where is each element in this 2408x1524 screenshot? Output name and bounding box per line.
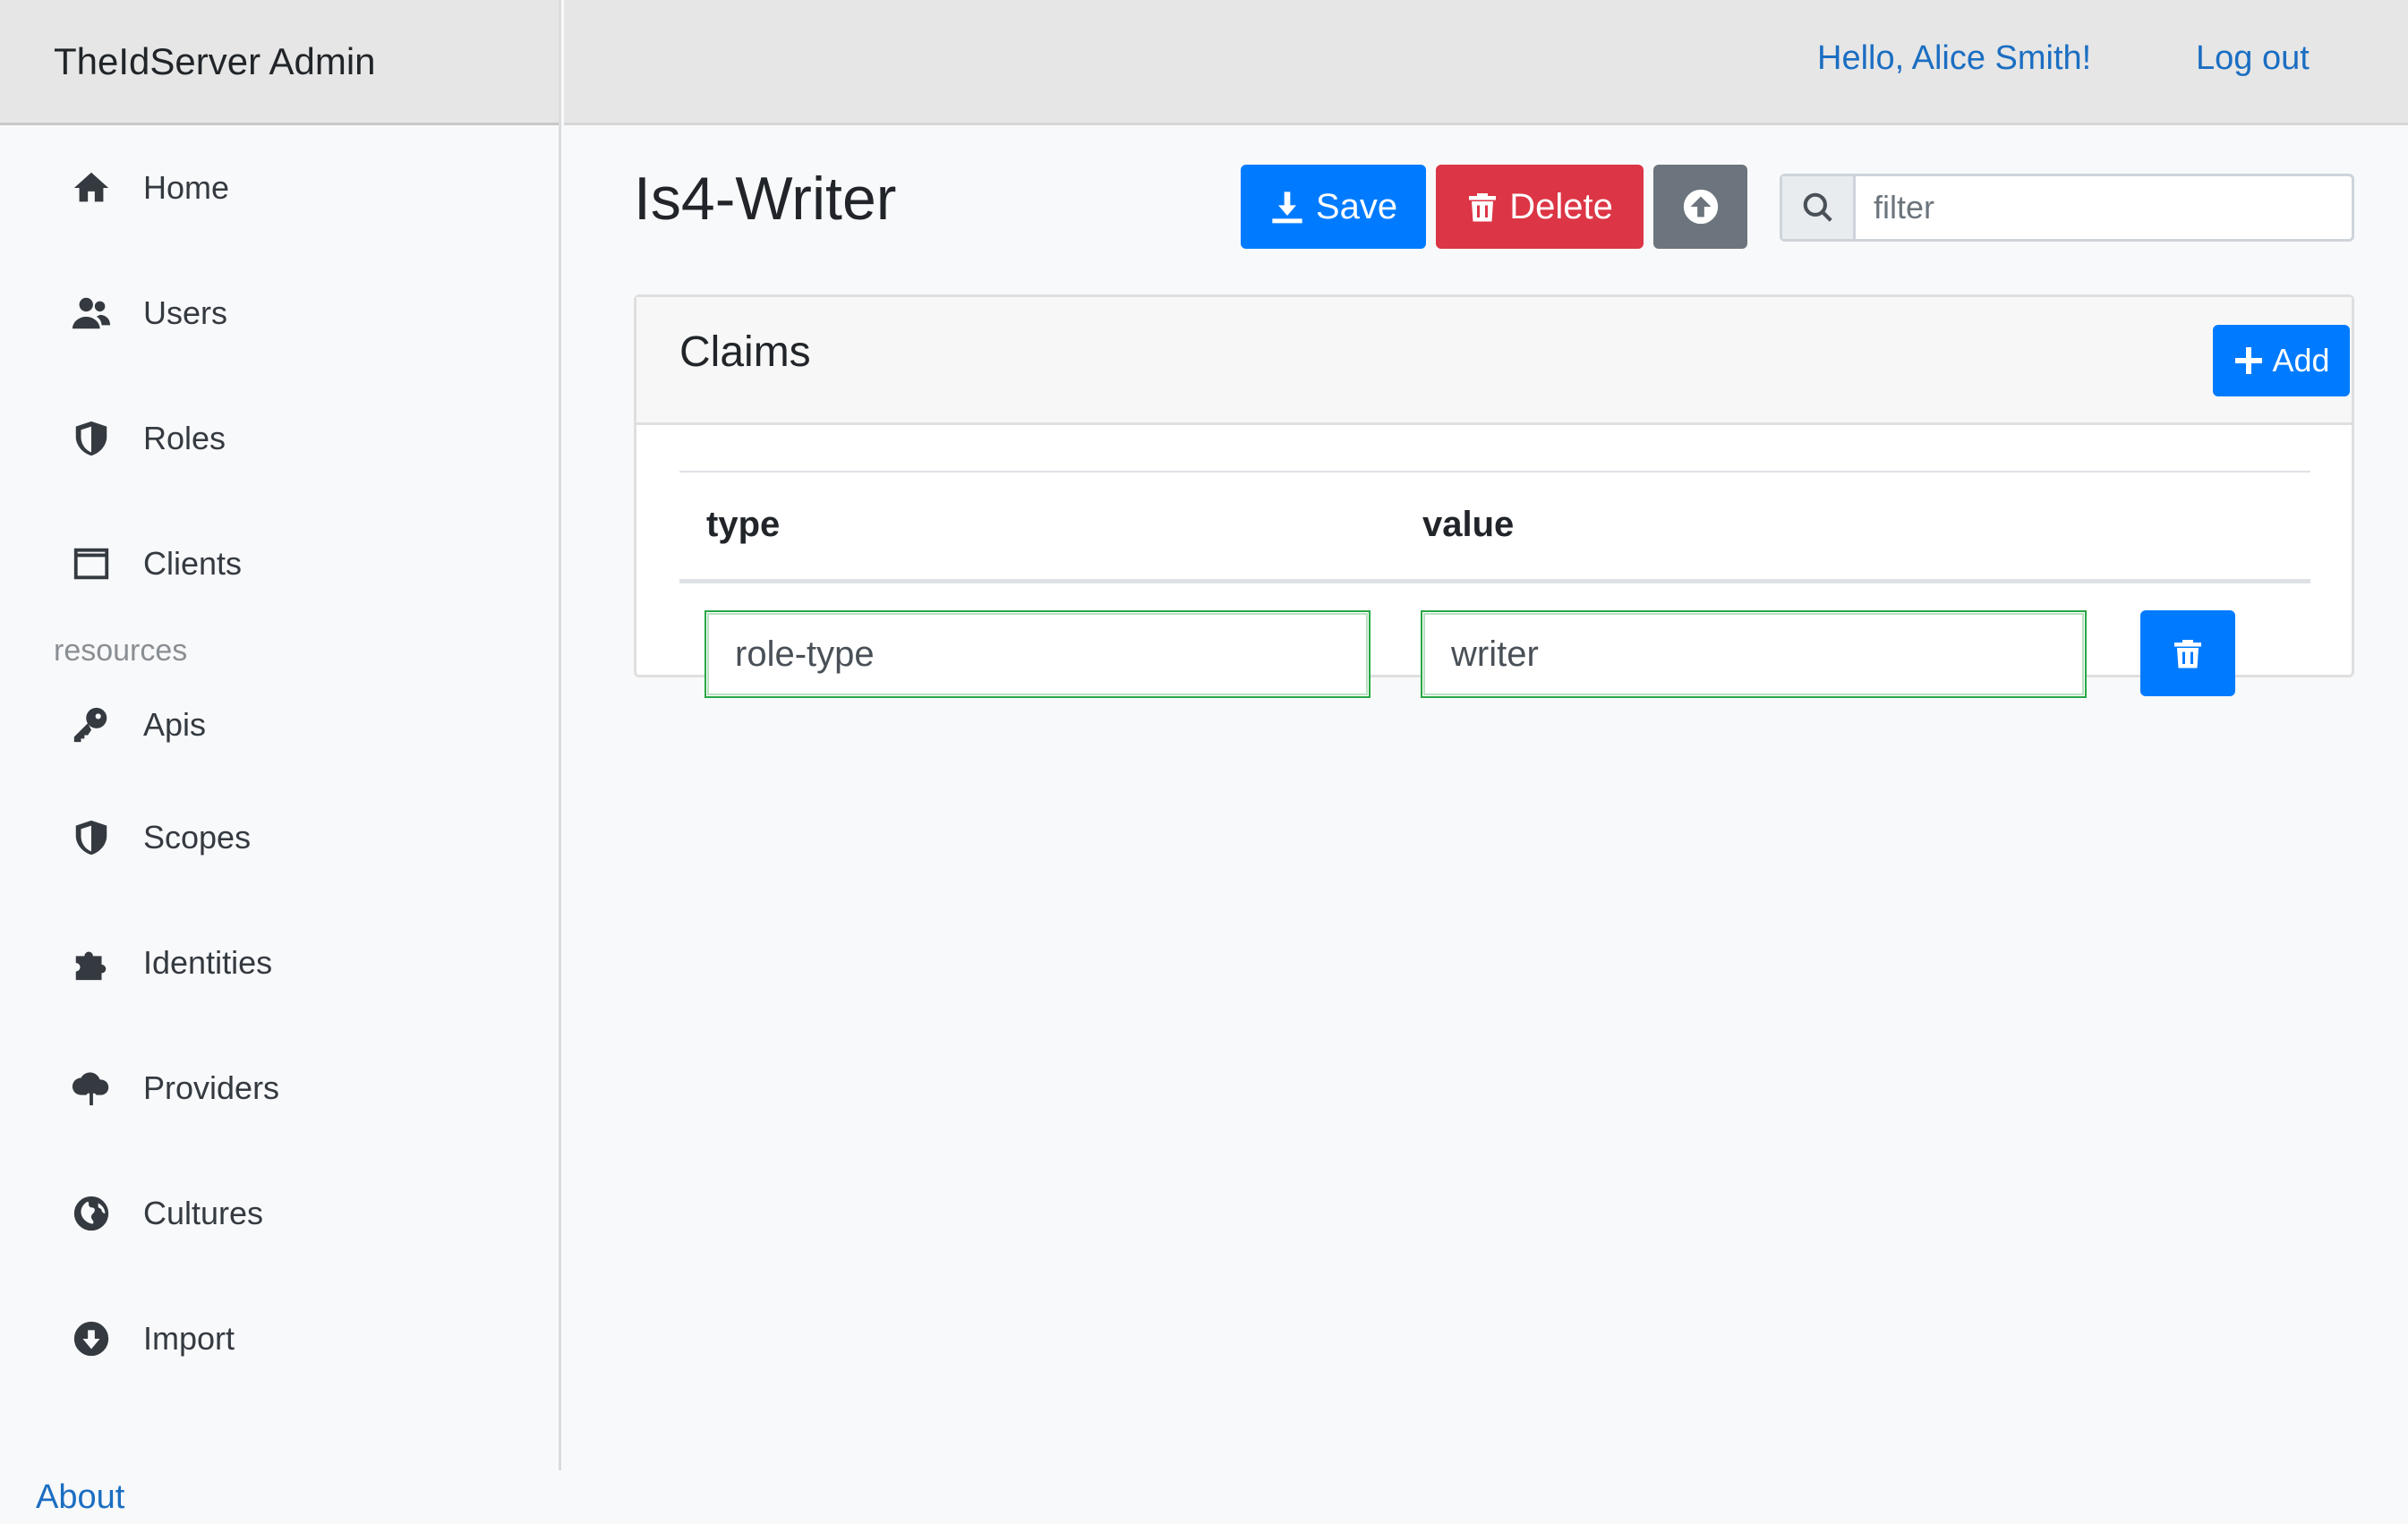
sidebar-item-scopes[interactable]: Scopes	[0, 775, 559, 900]
delete-claim-button[interactable]	[2140, 610, 2235, 696]
user-greeting-link[interactable]: Hello, Alice Smith!	[1817, 39, 2091, 78]
download-icon	[1272, 192, 1302, 224]
sidebar-item-home[interactable]: Home	[0, 125, 559, 251]
sidebar-item-roles[interactable]: Roles	[0, 376, 559, 501]
delete-button[interactable]: Delete	[1436, 165, 1644, 249]
sidebar-item-providers[interactable]: Providers	[0, 1026, 559, 1151]
home-icon	[70, 166, 113, 209]
sidebar-item-clients[interactable]: Clients	[0, 501, 559, 626]
sidebar-item-label: Scopes	[143, 819, 252, 856]
sidebar: TheIdServer Admin Home Users Roles Clien…	[0, 0, 561, 1470]
main-content: Is4-Writer Save Delete Claims Add type v…	[564, 128, 2408, 1524]
window-icon	[70, 542, 113, 585]
claim-value-input[interactable]	[1421, 610, 2087, 698]
about-link[interactable]: About	[36, 1478, 124, 1517]
key-icon	[70, 703, 113, 746]
sidebar-item-label: Providers	[143, 1069, 280, 1106]
sidebar-item-label: Identities	[143, 944, 273, 981]
sidebar-nav: Home Users Roles Clients resources Apis …	[0, 125, 559, 1401]
sidebar-item-label: Users	[143, 294, 228, 331]
users-icon	[70, 292, 113, 335]
shield-icon	[70, 816, 113, 859]
table-row	[679, 583, 2310, 700]
sidebar-item-users[interactable]: Users	[0, 251, 559, 376]
sidebar-item-label: Apis	[143, 706, 207, 743]
claims-table: type value	[679, 471, 2310, 700]
shield-icon	[70, 417, 113, 460]
cloud-upload-icon	[70, 1067, 113, 1110]
sidebar-item-import[interactable]: Import	[0, 1276, 559, 1401]
plus-icon	[2235, 347, 2263, 374]
delete-button-label: Delete	[1509, 186, 1613, 226]
sidebar-item-cultures[interactable]: Cultures	[0, 1151, 559, 1276]
filter-input[interactable]	[1856, 176, 2352, 239]
claim-type-input[interactable]	[704, 610, 1371, 698]
globe-icon	[70, 1192, 113, 1235]
export-button[interactable]	[1653, 165, 1747, 249]
save-button[interactable]: Save	[1241, 165, 1426, 249]
arrow-up-circle-icon	[1683, 189, 1718, 225]
puzzle-icon	[70, 941, 113, 984]
arrow-down-circle-icon	[70, 1317, 113, 1360]
sidebar-item-label: Roles	[143, 420, 226, 456]
add-claim-button[interactable]: Add	[2213, 325, 2350, 396]
claims-card-header: Claims Add	[636, 297, 2352, 425]
app-brand[interactable]: TheIdServer Admin	[0, 0, 559, 125]
table-header: type value	[679, 473, 2310, 583]
logout-link[interactable]: Log out	[2196, 39, 2310, 78]
search-icon	[1782, 176, 1856, 239]
column-header-type: type	[706, 505, 781, 544]
top-bar: Hello, Alice Smith! Log out	[564, 0, 2408, 125]
sidebar-item-apis[interactable]: Apis	[0, 675, 559, 775]
filter-group	[1780, 174, 2354, 242]
claims-title: Claims	[679, 328, 811, 376]
save-button-label: Save	[1315, 186, 1398, 226]
column-header-value: value	[1422, 505, 1515, 544]
sidebar-item-label: Home	[143, 169, 230, 206]
page-title: Is4-Writer	[634, 165, 897, 233]
sidebar-item-label: Cultures	[143, 1195, 264, 1231]
trash-icon	[1469, 193, 1497, 222]
resources-heading: resources	[54, 633, 188, 668]
claims-card: Claims Add type value	[634, 294, 2354, 698]
trash-icon	[2174, 640, 2201, 668]
sidebar-item-identities[interactable]: Identities	[0, 900, 559, 1026]
sidebar-item-label: Import	[143, 1320, 235, 1357]
sidebar-item-label: Clients	[143, 545, 243, 582]
add-button-label: Add	[2272, 342, 2330, 379]
